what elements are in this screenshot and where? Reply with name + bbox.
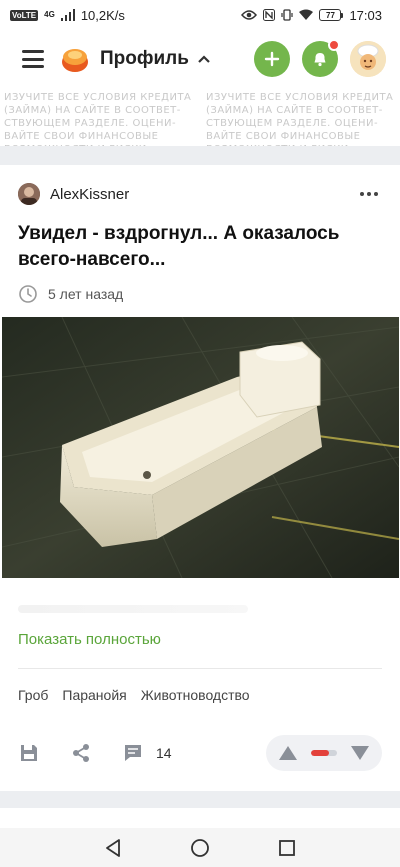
eye-icon bbox=[241, 10, 258, 20]
menu-button[interactable] bbox=[22, 50, 44, 68]
network-type: 4G bbox=[44, 10, 55, 19]
page-title[interactable]: Профиль bbox=[100, 48, 189, 70]
recents-square-icon bbox=[278, 839, 295, 856]
share-icon bbox=[73, 744, 89, 762]
app-header: Профиль bbox=[0, 30, 400, 88]
tag-item[interactable]: Паранойя bbox=[62, 687, 126, 703]
share-button[interactable] bbox=[70, 742, 92, 764]
collapsed-text-preview bbox=[18, 605, 248, 613]
post-time: 5 лет назад bbox=[48, 286, 124, 302]
signal-icon bbox=[60, 9, 75, 21]
comment-count: 14 bbox=[156, 745, 172, 761]
save-button[interactable] bbox=[18, 742, 40, 764]
author-avatar[interactable] bbox=[18, 183, 40, 205]
rating-bar-fill bbox=[311, 750, 330, 756]
tag-item[interactable]: Животноводство bbox=[141, 687, 250, 703]
tags-list: Гроб Паранойя Животноводство bbox=[18, 687, 250, 703]
system-nav-bar bbox=[0, 828, 400, 867]
user-avatar-icon bbox=[350, 41, 386, 77]
clock-time: 17:03 bbox=[349, 7, 382, 23]
bell-icon bbox=[314, 53, 326, 67]
chevron-up-icon[interactable] bbox=[197, 52, 211, 66]
vibrate-icon bbox=[281, 9, 294, 21]
notification-dot bbox=[328, 39, 340, 51]
downvote-icon[interactable] bbox=[350, 745, 370, 761]
comment-icon-wrap bbox=[122, 742, 144, 764]
plus-icon bbox=[264, 51, 280, 67]
status-bar: VoLTE 4G 10,2K/s 77 17:03 bbox=[0, 0, 400, 30]
ad-disclaimer-left: ИЗУЧИТЕ ВСЕ УСЛОВИЯ КРЕДИТА (ЗАЙМА) НА С… bbox=[4, 92, 192, 146]
save-icon bbox=[21, 745, 37, 761]
upvote-icon[interactable] bbox=[278, 745, 298, 761]
divider bbox=[18, 668, 382, 669]
post-actions: 14 bbox=[18, 735, 382, 771]
nfc-icon bbox=[263, 9, 276, 21]
add-post-button[interactable] bbox=[254, 41, 290, 77]
pikabu-logo-icon bbox=[62, 49, 88, 72]
comments-button[interactable]: 14 bbox=[122, 742, 172, 764]
post-time-row: 5 лет назад bbox=[18, 284, 123, 304]
tag-item[interactable]: Гроб bbox=[18, 687, 48, 703]
post-card: AlexKissner Увидел - вздрогнул... А оказ… bbox=[0, 165, 400, 791]
clock-icon bbox=[19, 285, 37, 303]
author-name[interactable]: AlexKissner bbox=[50, 186, 129, 203]
back-button[interactable] bbox=[101, 836, 125, 860]
recents-button[interactable] bbox=[275, 836, 299, 860]
network-speed: 10,2K/s bbox=[80, 7, 125, 23]
battery-level: 77 bbox=[319, 9, 342, 21]
ad-banner[interactable]: ИЗУЧИТЕ ВСЕ УСЛОВИЯ КРЕДИТА (ЗАЙМА) НА С… bbox=[0, 88, 400, 146]
more-options-button[interactable] bbox=[356, 188, 382, 200]
ad-disclaimer-right: ИЗУЧИТЕ ВСЕ УСЛОВИЯ КРЕДИТА (ЗАЙМА) НА С… bbox=[206, 92, 394, 146]
wifi-icon bbox=[299, 9, 314, 20]
volte-badge: VoLTE bbox=[10, 9, 39, 21]
user-avatar[interactable] bbox=[350, 41, 386, 77]
back-triangle-icon bbox=[106, 838, 121, 857]
bathtub-photo bbox=[2, 317, 399, 578]
post-title[interactable]: Увидел - вздрогнул... А оказалось всего-… bbox=[18, 221, 382, 273]
notifications-button[interactable] bbox=[302, 39, 340, 77]
rating-bar bbox=[311, 750, 337, 756]
home-button[interactable] bbox=[188, 836, 212, 860]
post-image[interactable] bbox=[2, 317, 399, 578]
next-post-card bbox=[0, 808, 400, 828]
rating-control bbox=[266, 735, 382, 771]
battery-icon: 77 bbox=[319, 9, 344, 21]
show-full-link[interactable]: Показать полностью bbox=[18, 631, 161, 648]
author-avatar-icon bbox=[18, 183, 40, 205]
comment-icon bbox=[125, 745, 141, 761]
home-circle-icon bbox=[191, 838, 209, 857]
author-row: AlexKissner bbox=[18, 182, 382, 206]
